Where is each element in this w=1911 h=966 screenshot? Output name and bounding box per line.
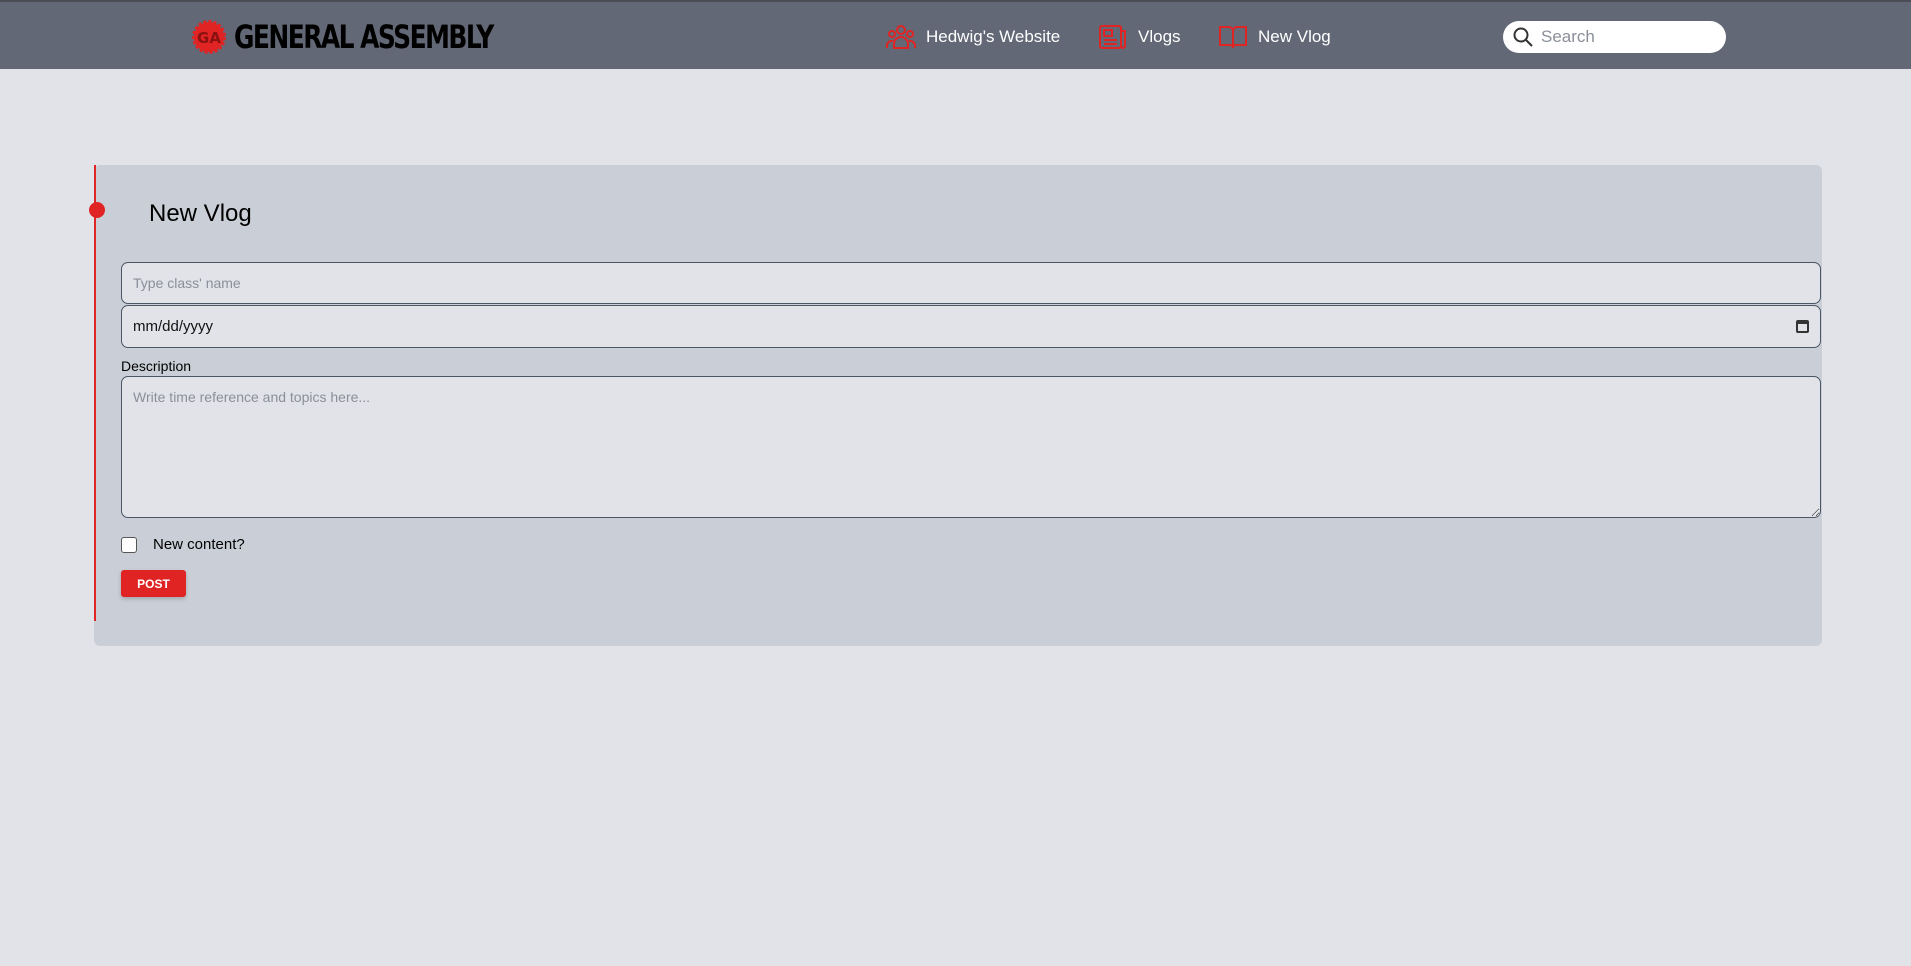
page-title: New Vlog (149, 200, 252, 227)
new-content-checkbox[interactable] (121, 537, 137, 553)
post-button[interactable]: POST (121, 570, 186, 597)
calendar-icon[interactable] (1796, 320, 1809, 333)
description-label: Description (121, 358, 192, 374)
nav-label: Hedwig's Website (926, 27, 1061, 46)
svg-text:GA: GA (197, 29, 221, 47)
timeline-line (94, 165, 96, 621)
brand-logo[interactable]: GA GENERAL ASSEMBLY (192, 20, 566, 54)
description-textarea[interactable] (121, 376, 1821, 518)
date-placeholder: mm/dd/yyyy (133, 318, 214, 335)
new-content-label: New content? (153, 536, 245, 553)
search-box[interactable] (1503, 21, 1726, 53)
timeline-dot (89, 202, 105, 218)
class-name-input[interactable] (121, 262, 1821, 304)
nav-label: New Vlog (1258, 27, 1331, 46)
search-input[interactable] (1541, 27, 1711, 47)
newspaper-icon (1099, 25, 1126, 49)
date-input[interactable]: mm/dd/yyyy (121, 305, 1821, 348)
users-icon (886, 25, 916, 49)
navbar: GA GENERAL ASSEMBLY Hedwig's Website Vlo… (0, 0, 1911, 69)
nav-hedwigs-website[interactable]: Hedwig's Website (886, 24, 1060, 50)
brand-name: GENERAL ASSEMBLY (234, 18, 494, 56)
nav-vlogs[interactable]: Vlogs (1098, 24, 1181, 50)
nav-new-vlog[interactable]: New Vlog (1218, 24, 1331, 50)
book-open-icon (1219, 26, 1247, 49)
search-icon (1513, 27, 1533, 47)
nav-label: Vlogs (1138, 27, 1181, 46)
ga-logo-icon: GA (192, 20, 226, 54)
